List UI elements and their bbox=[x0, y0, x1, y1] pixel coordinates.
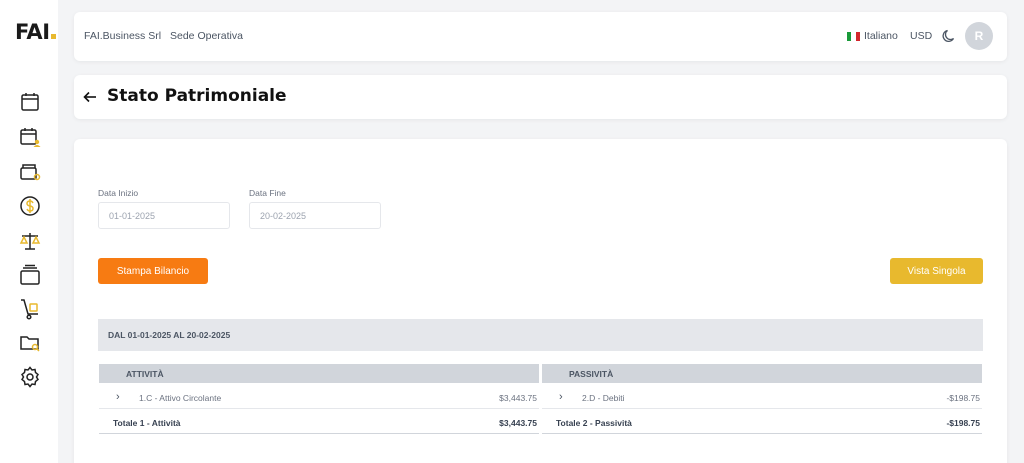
sidebar: FAI bbox=[0, 0, 58, 463]
logo-dot bbox=[50, 34, 56, 39]
folder-search-icon[interactable] bbox=[18, 331, 42, 355]
settings-gear-icon[interactable] bbox=[18, 365, 42, 389]
moon-icon[interactable] bbox=[941, 28, 957, 44]
wallet-settings-icon[interactable] bbox=[18, 160, 42, 184]
top-bar: FAI.Business Srl Sede Operativa Italiano… bbox=[74, 12, 1007, 61]
start-date-field[interactable]: 01-01-2025 bbox=[98, 202, 230, 229]
app-logo[interactable]: FAI bbox=[15, 20, 56, 44]
assets-total-amount: $3,443.75 bbox=[499, 418, 537, 428]
liabilities-total-amount: -$198.75 bbox=[946, 418, 980, 428]
assets-total-row: Totale 1 - Attività $3,443.75 bbox=[99, 412, 539, 434]
assets-header-label: ATTIVITÀ bbox=[126, 369, 164, 379]
assets-row-label: 1.C - Attivo Circolante bbox=[139, 393, 222, 403]
chevron-right-icon[interactable]: › bbox=[116, 391, 120, 403]
balance-scale-icon[interactable] bbox=[18, 229, 42, 253]
single-view-button[interactable]: Vista Singola bbox=[890, 258, 983, 284]
assets-total-label: Totale 1 - Attività bbox=[113, 418, 181, 428]
title-bar: Stato Patrimoniale bbox=[74, 75, 1007, 119]
assets-row[interactable]: › 1.C - Attivo Circolante $3,443.75 bbox=[99, 387, 539, 409]
company-name[interactable]: FAI.Business Srl bbox=[84, 30, 161, 42]
calendar-user-icon[interactable] bbox=[18, 125, 42, 149]
liabilities-total-label: Totale 2 - Passività bbox=[556, 418, 632, 428]
liabilities-header-label: PASSIVITÀ bbox=[569, 369, 614, 379]
page-title: Stato Patrimoniale bbox=[107, 86, 287, 106]
end-date-label: Data Fine bbox=[249, 188, 286, 198]
liabilities-total-row: Totale 2 - Passività -$198.75 bbox=[542, 412, 982, 434]
end-date-field[interactable]: 20-02-2025 bbox=[249, 202, 381, 229]
branch-name[interactable]: Sede Operativa bbox=[170, 30, 243, 42]
date-range-text: DAL 01-01-2025 AL 20-02-2025 bbox=[108, 330, 231, 340]
italy-flag-icon bbox=[847, 32, 860, 41]
liabilities-header: PASSIVITÀ bbox=[542, 364, 982, 383]
assets-row-amount: $3,443.75 bbox=[499, 393, 537, 403]
currency-selector[interactable]: USD bbox=[910, 30, 932, 42]
date-range-header: DAL 01-01-2025 AL 20-02-2025 bbox=[98, 319, 983, 351]
language-selector[interactable]: Italiano bbox=[864, 30, 898, 42]
liabilities-row-label: 2.D - Debiti bbox=[582, 393, 625, 403]
liabilities-row[interactable]: › 2.D - Debiti -$198.75 bbox=[542, 387, 982, 409]
hand-truck-icon[interactable] bbox=[18, 297, 42, 321]
assets-header: ATTIVITÀ bbox=[99, 364, 539, 383]
report-panel: Data Inizio 01-01-2025 Data Fine 20-02-2… bbox=[74, 139, 1007, 463]
layers-icon[interactable] bbox=[18, 263, 42, 287]
dollar-circle-icon[interactable] bbox=[18, 194, 42, 218]
liabilities-row-amount: -$198.75 bbox=[946, 393, 980, 403]
avatar[interactable]: R bbox=[965, 22, 993, 50]
start-date-label: Data Inizio bbox=[98, 188, 139, 198]
calendar-icon[interactable] bbox=[18, 90, 42, 114]
print-balance-button[interactable]: Stampa Bilancio bbox=[98, 258, 208, 284]
chevron-right-icon[interactable]: › bbox=[559, 391, 563, 403]
back-arrow-icon[interactable] bbox=[82, 89, 98, 105]
